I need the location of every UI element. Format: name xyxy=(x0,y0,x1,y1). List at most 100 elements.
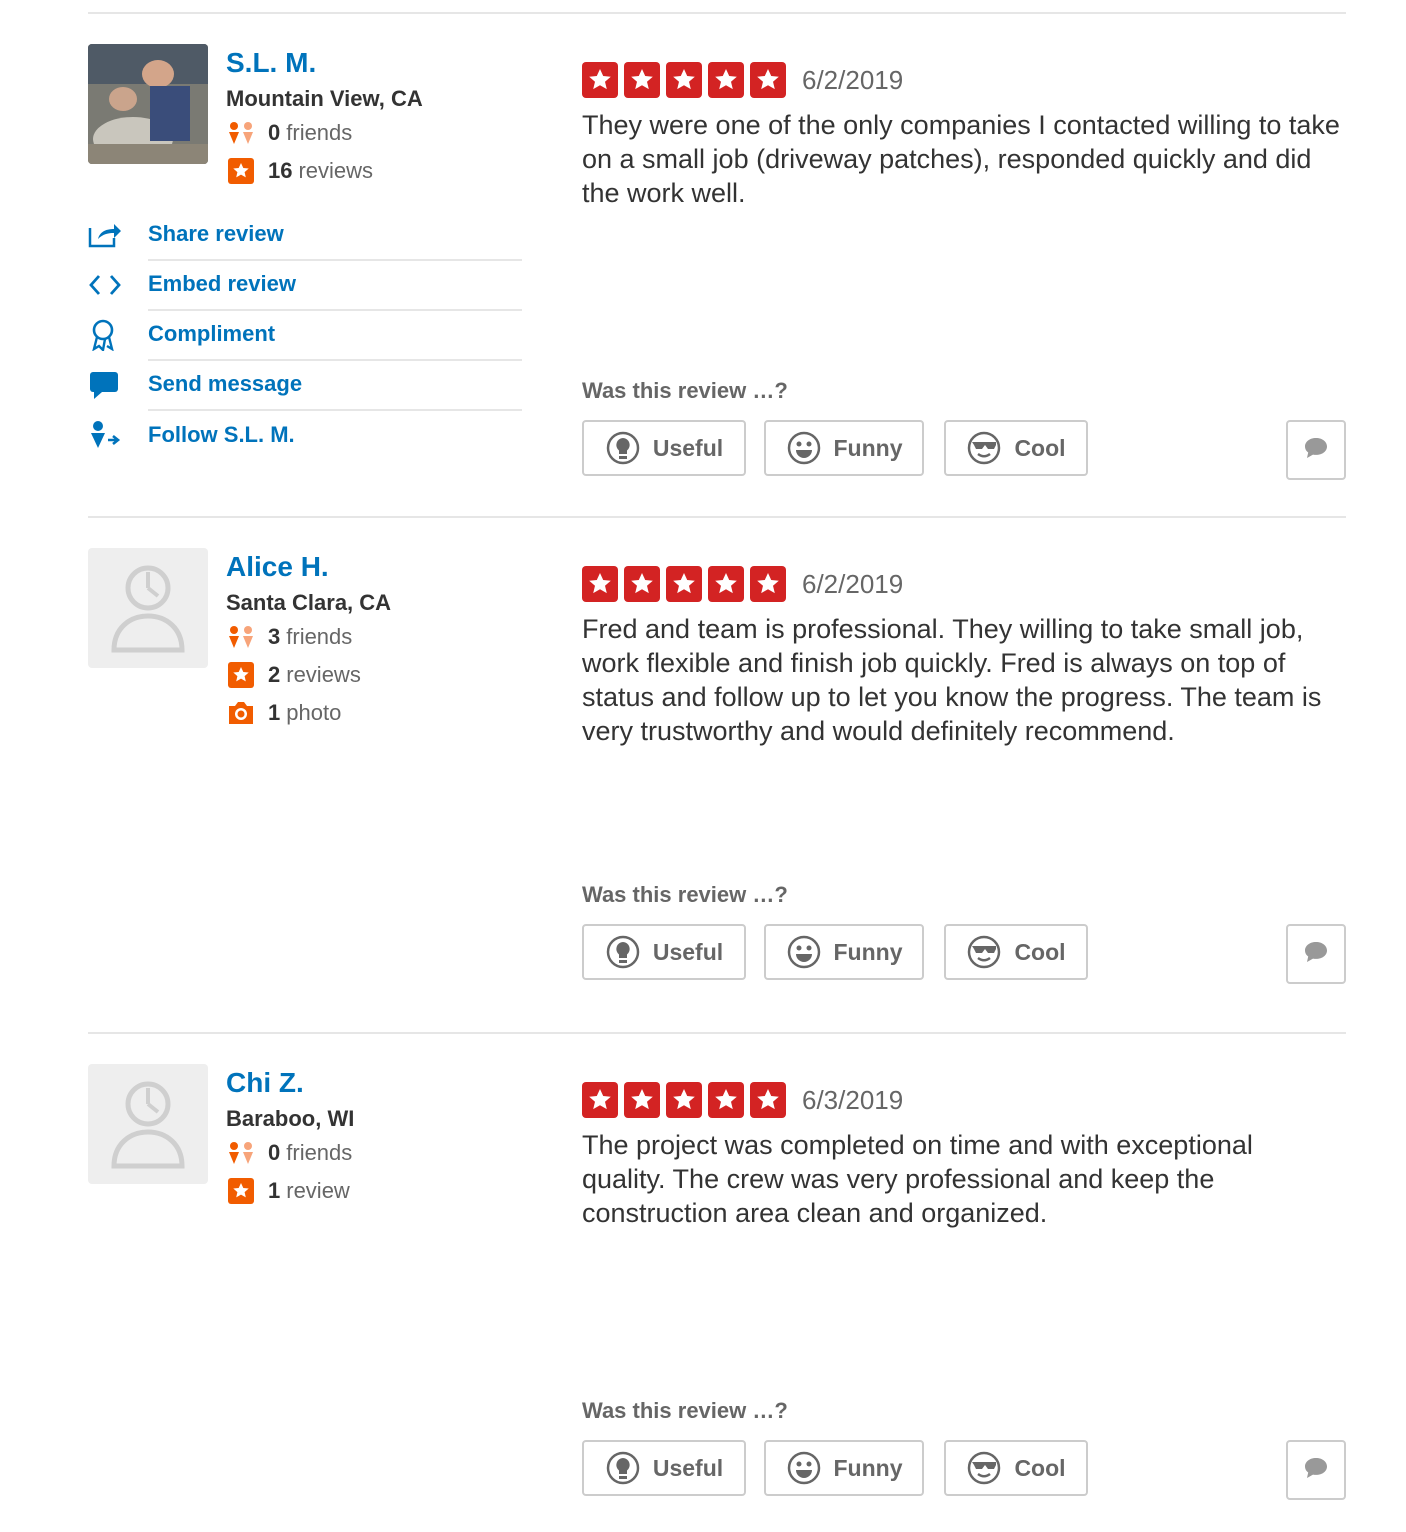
send-message-label: Send message xyxy=(148,359,522,411)
reviews-label: reviews xyxy=(298,158,374,183)
useful-label: Useful xyxy=(652,434,724,461)
star-icon xyxy=(708,62,744,98)
share-icon xyxy=(88,222,148,248)
user-name[interactable]: Chi Z. xyxy=(226,1066,354,1100)
star-icon xyxy=(582,62,618,98)
friends-label: friends xyxy=(286,120,353,145)
review-date: 6/2/2019 xyxy=(802,568,904,599)
friends-icon xyxy=(226,622,256,652)
embed-review-label: Embed review xyxy=(148,259,522,311)
comment-button[interactable] xyxy=(1286,924,1346,984)
star-icon xyxy=(666,1082,702,1118)
star-rating: 6/2/2019 xyxy=(582,62,1342,98)
camera-icon xyxy=(226,698,256,728)
star-rating: 6/3/2019 xyxy=(582,1082,1342,1118)
funny-button[interactable]: Funny xyxy=(764,924,924,980)
review-date: 6/3/2019 xyxy=(802,1084,904,1115)
user-info: Chi Z. Baraboo, WI 0 friends 1 review xyxy=(226,1066,354,1210)
cool-icon xyxy=(966,430,1002,466)
useful-button[interactable]: Useful xyxy=(582,924,746,980)
star-icon xyxy=(750,1082,786,1118)
star-icon xyxy=(582,566,618,602)
follow-icon xyxy=(88,420,148,450)
funny-label: Funny xyxy=(833,434,903,461)
friends-count: 0 friends xyxy=(226,1134,354,1172)
compliment-label: Compliment xyxy=(148,309,522,361)
comment-button[interactable] xyxy=(1286,1440,1346,1500)
funny-icon xyxy=(786,1450,822,1486)
photos-count: 1 photo xyxy=(226,694,391,732)
reviews-count-value: 1 xyxy=(268,1178,281,1203)
star-icon xyxy=(666,566,702,602)
friends-icon xyxy=(226,118,256,148)
follow-user-link[interactable]: Follow S.L. M. xyxy=(88,410,522,460)
friends-icon xyxy=(226,1138,256,1168)
cool-button[interactable]: Cool xyxy=(944,1440,1088,1496)
user-name[interactable]: Alice H. xyxy=(226,550,391,584)
review-text: They were one of the only companies I co… xyxy=(582,110,1340,208)
default-avatar-icon xyxy=(111,565,185,653)
star-icon xyxy=(624,62,660,98)
useful-button[interactable]: Useful xyxy=(582,420,746,476)
follow-user-label: Follow S.L. M. xyxy=(148,422,295,447)
cool-icon xyxy=(966,934,1002,970)
reviews-label: reviews xyxy=(286,662,361,687)
review-feedback: Was this review …? Useful Funny Cool xyxy=(582,880,1346,984)
comment-icon xyxy=(1303,940,1329,969)
cool-label: Cool xyxy=(1014,1454,1066,1481)
reviews-count-value: 16 xyxy=(268,158,293,183)
send-message-link[interactable]: Send message xyxy=(88,359,522,411)
friends-label: friends xyxy=(286,1140,353,1165)
user-info: Alice H. Santa Clara, CA 3 friends 2 rev… xyxy=(226,550,391,732)
star-icon xyxy=(750,566,786,602)
useful-icon xyxy=(605,1450,641,1486)
reviews-count: 2 reviews xyxy=(226,656,391,694)
cool-button[interactable]: Cool xyxy=(944,924,1088,980)
embed-review-link[interactable]: Embed review xyxy=(88,259,522,311)
star-icon xyxy=(624,566,660,602)
comment-button[interactable] xyxy=(1286,420,1346,480)
user-location: Santa Clara, CA xyxy=(226,590,392,615)
useful-button[interactable]: Useful xyxy=(582,1440,746,1496)
funny-label: Funny xyxy=(833,1454,903,1481)
comment-icon xyxy=(1303,1456,1329,1485)
review-feedback: Was this review …? Useful Funny Cool xyxy=(582,376,1346,480)
funny-icon xyxy=(786,934,822,970)
avatar-photo xyxy=(88,44,208,164)
funny-label: Funny xyxy=(833,938,903,965)
review-star-icon xyxy=(226,1176,256,1206)
cool-button[interactable]: Cool xyxy=(944,420,1088,476)
star-icon xyxy=(708,1082,744,1118)
photos-label: photo xyxy=(286,700,342,725)
funny-button[interactable]: Funny xyxy=(764,420,924,476)
review-content: 6/3/2019 The project was completed on ti… xyxy=(582,1082,1342,1230)
friends-count-value: 0 xyxy=(268,1140,281,1165)
cool-label: Cool xyxy=(1014,938,1066,965)
review-feedback: Was this review …? Useful Funny Cool xyxy=(582,1396,1346,1500)
funny-button[interactable]: Funny xyxy=(764,1440,924,1496)
user-name[interactable]: S.L. M. xyxy=(226,46,423,80)
review-star-icon xyxy=(226,156,256,186)
compliment-link[interactable]: Compliment xyxy=(88,309,522,361)
star-icon xyxy=(750,62,786,98)
star-icon xyxy=(582,1082,618,1118)
reviews-label: review xyxy=(286,1178,350,1203)
reviews-count: 1 review xyxy=(226,1172,354,1210)
user-avatar[interactable] xyxy=(88,1064,208,1184)
reviews-count: 16 reviews xyxy=(226,152,423,190)
user-avatar[interactable] xyxy=(88,44,208,164)
review-content: 6/2/2019 They were one of the only compa… xyxy=(582,62,1342,210)
photos-count-value: 1 xyxy=(268,700,281,725)
share-review-link[interactable]: Share review xyxy=(88,210,522,261)
comment-icon xyxy=(1303,436,1329,465)
reviews-count-value: 2 xyxy=(268,662,281,687)
star-icon xyxy=(708,566,744,602)
review-actions: Share review Embed review Compliment Sen… xyxy=(88,210,522,460)
review-content: 6/2/2019 Fred and team is professional. … xyxy=(582,566,1342,748)
cool-icon xyxy=(966,1450,1002,1486)
funny-icon xyxy=(786,430,822,466)
star-icon xyxy=(666,62,702,98)
user-location: Baraboo, WI xyxy=(226,1106,355,1131)
user-avatar[interactable] xyxy=(88,548,208,668)
friends-label: friends xyxy=(286,624,353,649)
